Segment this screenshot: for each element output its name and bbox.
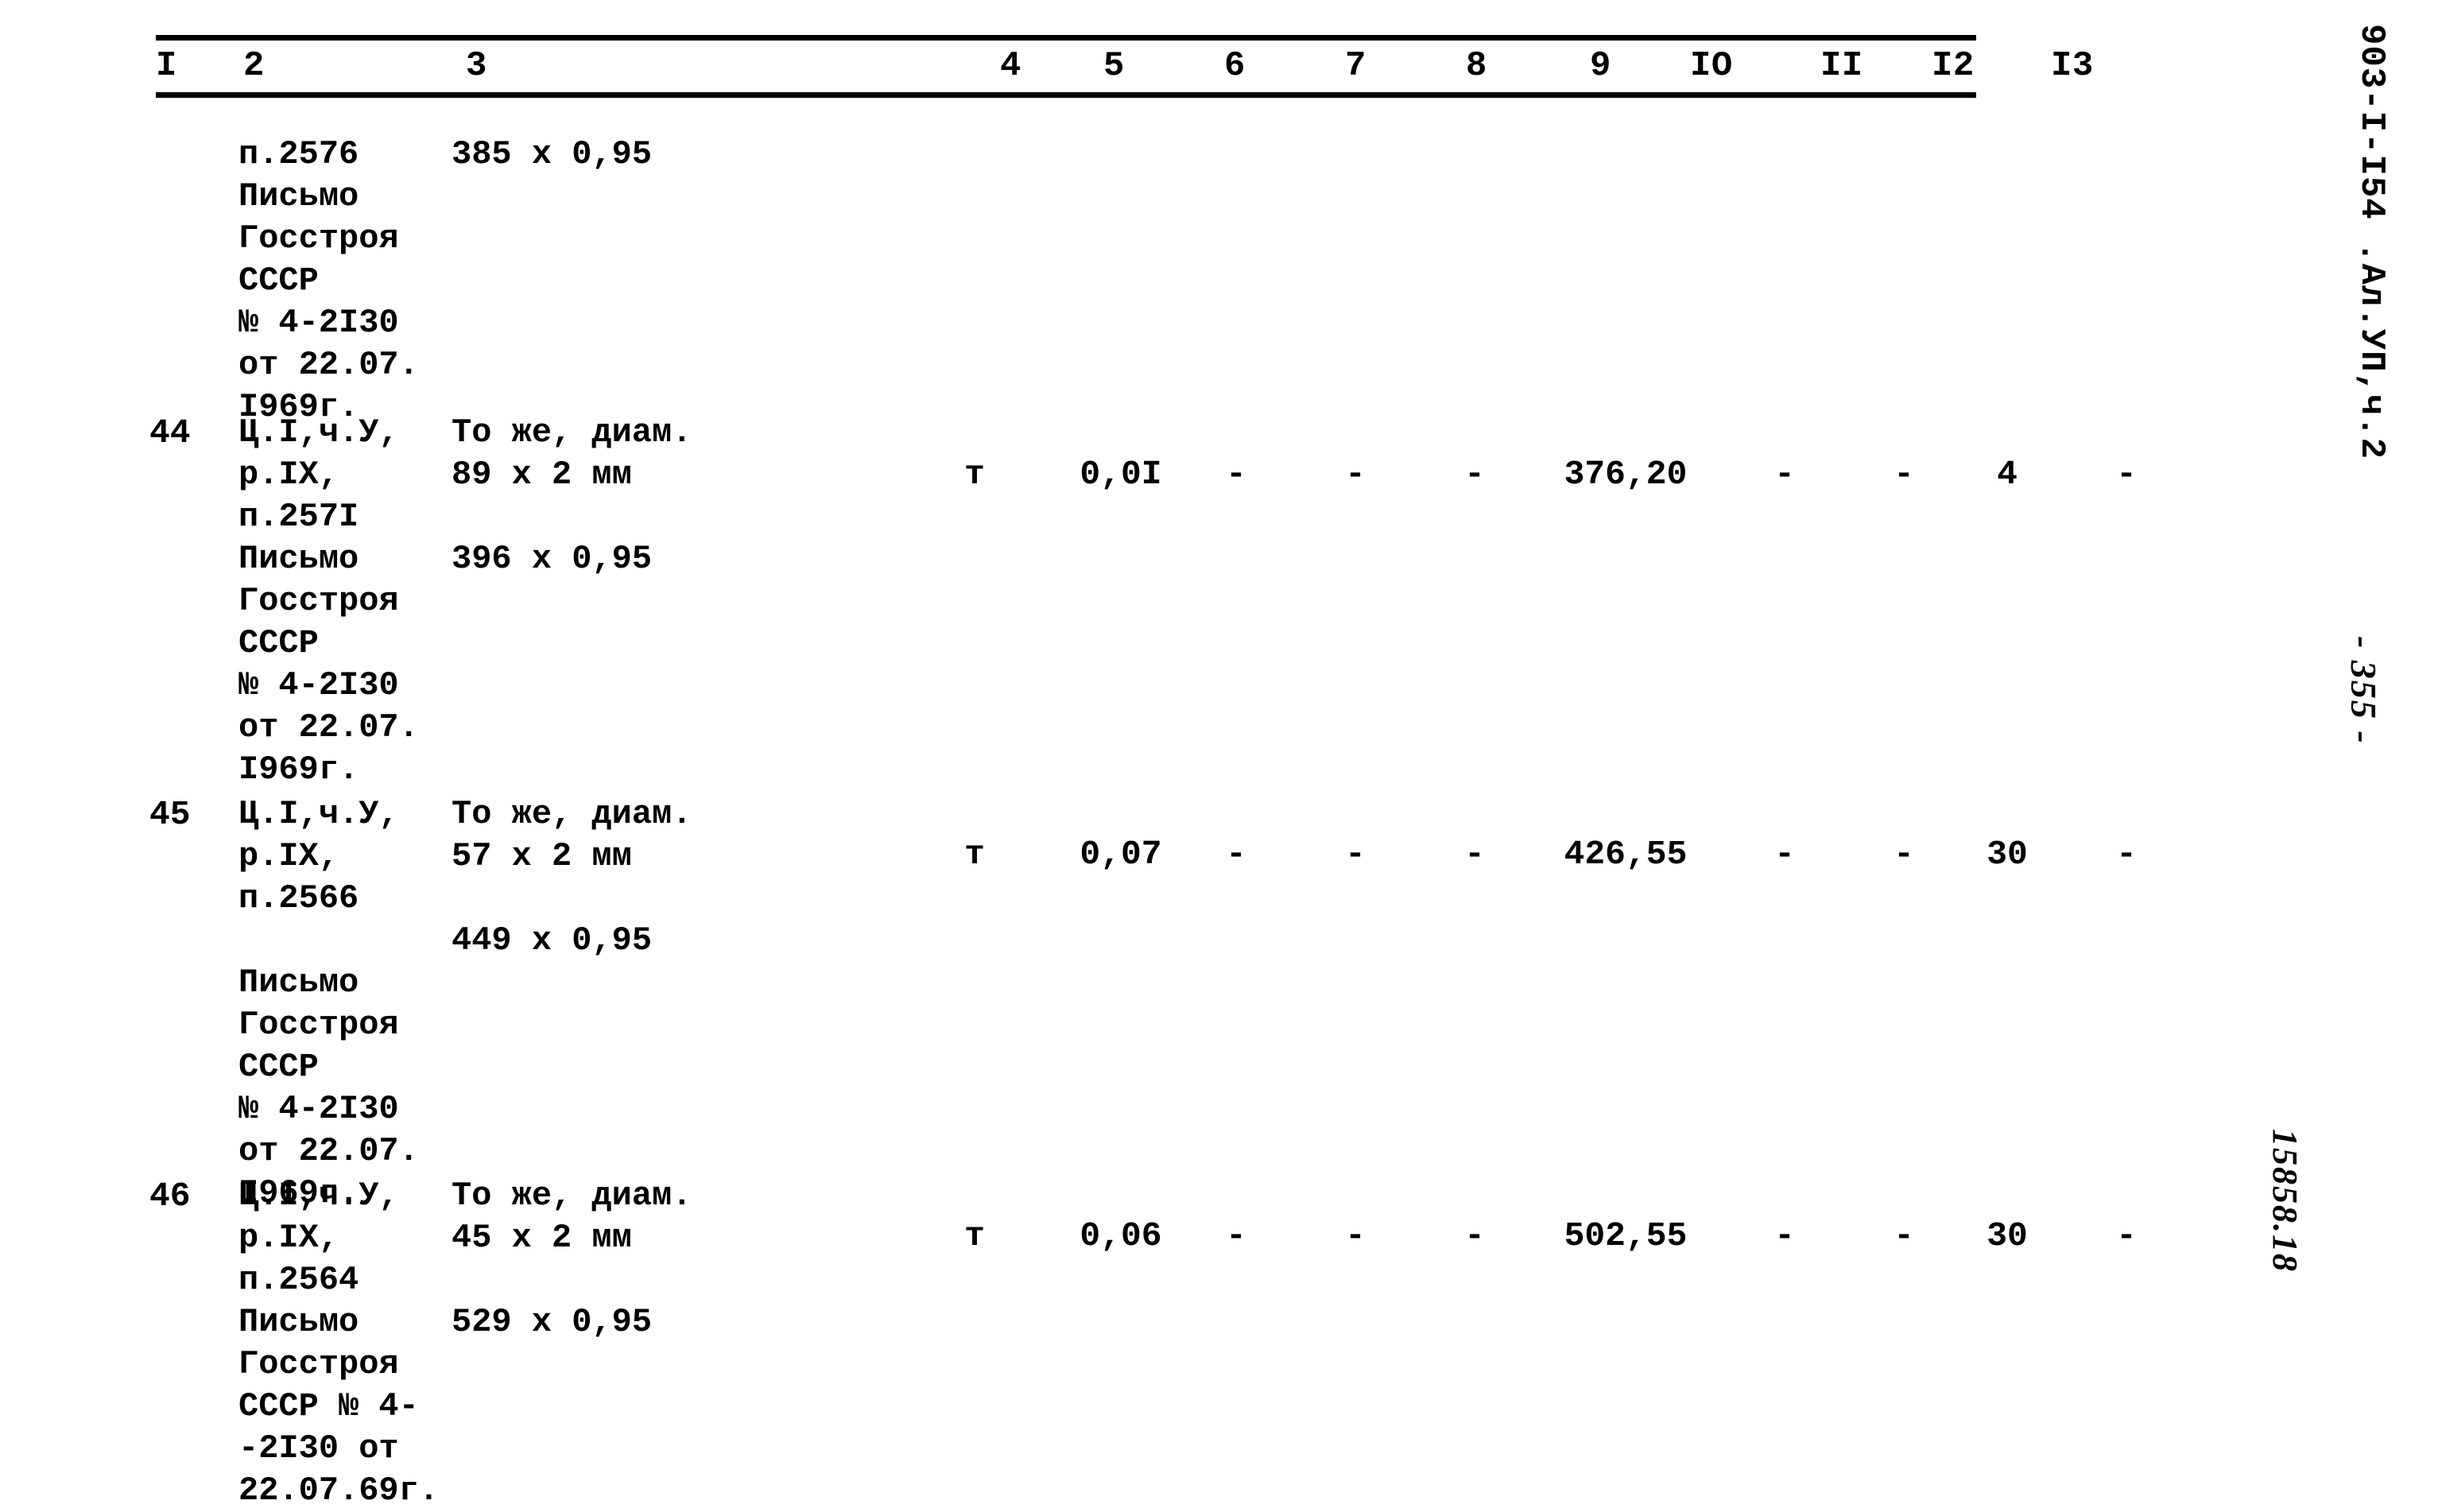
cell-col8: - [1464,1216,1485,1255]
column-header-6: 6 [1224,46,1246,86]
column-header-2: 2 [243,46,265,86]
table-column-header-row: I 2 3 4 5 6 7 8 9 IO II I2 I3 [0,43,2093,92]
cell-col6: - [1226,1216,1246,1255]
cell-row-number: 46 [149,1177,191,1215]
cell-col8: - [1464,835,1485,874]
table-top-rule [156,35,1976,41]
column-header-13: I3 [2051,46,2094,86]
cell-price: 376,20 [1564,455,1688,494]
archive-stamp-margin: 15858.18 [2266,1129,2304,1273]
column-header-12: I2 [1932,46,1975,86]
cell-description: То же, диам. 89 x 2 мм 396 x 0,95 [452,413,692,578]
cell-col10: - [1774,455,1795,494]
cell-col10: - [1774,835,1795,874]
column-header-7: 7 [1345,46,1366,86]
cell-unit: т [964,1216,985,1255]
cell-unit: т [964,835,985,874]
cell-col6: - [1226,835,1246,874]
cell-price: 502,55 [1564,1216,1688,1255]
column-header-10: IO [1690,46,1733,86]
page-number-margin: - 355 - [2343,636,2384,745]
cell-qty: 0,07 [1080,835,1162,874]
cell-col13: - [2116,1216,2137,1255]
cell-col13: - [2116,455,2137,494]
cell-col13: - [2116,835,2137,874]
cell-row-number: 44 [149,413,191,452]
cell-col11: - [1894,1216,1914,1255]
cell-description: 385 x 0,95 [452,135,653,173]
cell-col8: - [1464,455,1485,494]
cell-col7: - [1345,1216,1366,1255]
document-code-margin: 903-I-I54 .Ал.УП,ч.2 [2351,24,2391,460]
cell-unit: т [964,455,985,494]
cell-justification: п.2576 Письмо Госстроя СССР № 4-2I30 от … [238,135,419,426]
cell-col12: 30 [1987,835,2028,874]
cell-col7: - [1345,455,1366,494]
cell-qty: 0,0I [1080,455,1162,494]
scanned-page: I 2 3 4 5 6 7 8 9 IO II I2 I3 п.2576 Пис… [0,0,2442,1510]
cell-row-number: 45 [149,795,191,834]
column-header-3: 3 [466,46,487,86]
column-header-9: 9 [1590,46,1611,86]
column-header-4: 4 [1000,46,1021,86]
cell-description: То же, диам. 57 x 2 мм 449 x 0,95 [452,795,692,960]
cell-justification: Ц.I,ч.У, р.IХ, п.2564 Письмо Госстроя СС… [238,1177,440,1510]
column-header-5: 5 [1103,46,1125,86]
table-body: п.2576 Письмо Госстроя СССР № 4-2I30 от … [0,95,2137,1510]
column-header-11: II [1820,46,1863,86]
cell-col7: - [1345,835,1366,874]
cell-col10: - [1774,1216,1795,1255]
cell-qty: 0,06 [1080,1216,1162,1255]
cell-col11: - [1894,835,1914,874]
column-header-1: I [156,46,177,86]
cell-description: То же, диам. 45 x 2 мм 529 x 0,95 [452,1177,692,1341]
cell-justification: Ц.I,ч.У, р.IХ, п.2566 Письмо Госстроя СС… [238,795,419,1212]
cell-col12: 4 [1997,455,2018,494]
cell-col6: - [1226,455,1246,494]
cell-col11: - [1894,455,1914,494]
cell-price: 426,55 [1564,835,1688,874]
cell-col12: 30 [1987,1216,2028,1255]
cell-justification: Ц.I,ч.У, р.IХ, п.257I Письмо Госстроя СС… [238,413,419,789]
column-header-8: 8 [1466,46,1487,86]
